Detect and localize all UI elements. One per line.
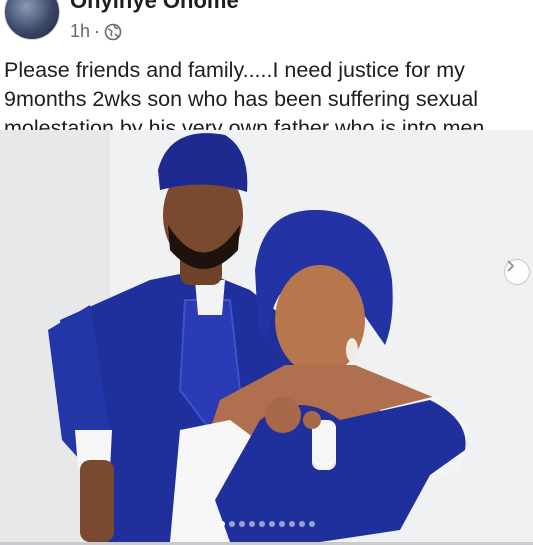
chevron-right-icon	[507, 260, 515, 272]
carousel-dot[interactable]	[298, 521, 305, 527]
carousel-pagination	[0, 521, 533, 527]
carousel-dot[interactable]	[228, 521, 235, 527]
family-portrait-image	[0, 130, 533, 542]
carousel-dot[interactable]	[278, 521, 285, 527]
author-name[interactable]: Onyinye Onome	[70, 0, 239, 14]
carousel-dot[interactable]	[248, 521, 255, 527]
carousel-dot[interactable]	[238, 521, 245, 527]
carousel-dot[interactable]	[268, 521, 275, 527]
post-text: Please friends and family.....I need jus…	[4, 58, 485, 130]
carousel-dot[interactable]	[218, 521, 225, 527]
carousel-next-button[interactable]	[504, 259, 530, 285]
post-meta: 1h ·	[70, 21, 122, 42]
post-header: Onyinye Onome 1h · Please friends and fa…	[0, 0, 533, 130]
post-time[interactable]: 1h	[70, 21, 90, 42]
carousel-dot[interactable]	[288, 521, 295, 527]
globe-icon	[104, 23, 122, 40]
carousel-dot[interactable]	[258, 521, 265, 527]
author-avatar[interactable]	[4, 0, 60, 40]
meta-separator: ·	[94, 21, 101, 41]
carousel-dot[interactable]	[308, 521, 315, 527]
post-photo[interactable]	[0, 130, 533, 542]
